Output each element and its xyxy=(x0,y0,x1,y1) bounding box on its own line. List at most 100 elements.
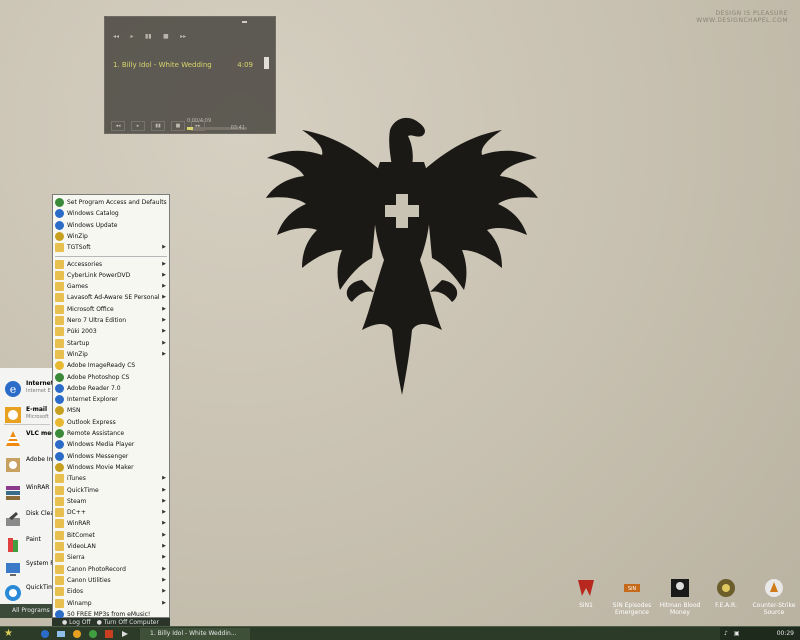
submenu-arrow-icon: ▶ xyxy=(162,497,166,504)
counter-strike-icon xyxy=(765,579,783,597)
tray-network-icon[interactable]: ▣ xyxy=(734,627,740,640)
start-item-email[interactable]: E-mail Microsoft xyxy=(2,404,54,424)
stop-small-icon[interactable]: ■ xyxy=(163,33,169,40)
pause-button[interactable]: ▮▮ xyxy=(151,121,165,131)
start-item-disk-cleanup[interactable]: Disk Clean xyxy=(2,508,56,528)
program-icon xyxy=(55,361,64,371)
menu-item-windows-update[interactable]: Windows Update xyxy=(53,220,169,231)
menu-item-itunes[interactable]: iTunes ▶ xyxy=(53,473,169,484)
menu-item-windows-movie-maker[interactable]: Windows Movie Maker xyxy=(53,462,169,473)
submenu-arrow-icon: ▶ xyxy=(162,554,166,561)
folder-icon xyxy=(55,519,64,529)
start-item-paint[interactable]: Paint xyxy=(2,534,54,554)
menu-item-msn[interactable]: MSN xyxy=(53,405,169,416)
submenu-arrow-icon: ▶ xyxy=(162,565,166,572)
submenu-arrow-icon: ▶ xyxy=(162,283,166,290)
taskbar-button-label: 1. Billy Idol - White Weddin... xyxy=(150,630,237,637)
menu-item-startup[interactable]: Startup ▶ xyxy=(53,338,169,349)
folder-icon xyxy=(55,293,64,303)
menu-item-cyberlink-powerdvd[interactable]: CyberLink PowerDVD ▶ xyxy=(53,270,169,281)
menu-item-tgtsoft[interactable]: TGTSoft ▶ xyxy=(53,242,169,253)
submenu-arrow-icon: ▶ xyxy=(162,350,166,357)
menu-item-winzip[interactable]: WinZip ▶ xyxy=(53,349,169,360)
menu-item-label: Púki 2003 xyxy=(67,328,97,336)
program-icon xyxy=(55,462,64,472)
program-icon xyxy=(55,198,64,207)
start-item-internet[interactable]: e Internet Internet E xyxy=(2,378,54,398)
menu-item-videolan[interactable]: VideoLAN ▶ xyxy=(53,541,169,552)
menu-item-winrar[interactable]: WinRAR ▶ xyxy=(53,518,169,529)
submenu-arrow-icon: ▶ xyxy=(162,588,166,595)
menu-item-lavasoft-ad-aware-se-personal[interactable]: Lavasoft Ad-Aware SE Personal ▶ xyxy=(53,292,169,303)
quicklaunch-winamp-icon[interactable] xyxy=(104,629,114,639)
desktop-icon-sin1[interactable]: SiN1 xyxy=(562,578,610,609)
taskbar-clock[interactable]: 00:29 xyxy=(777,630,794,637)
start-item-winrar[interactable]: WinRAR xyxy=(2,482,54,502)
turn-off-icon: ● xyxy=(96,619,102,626)
desktop-icon-hitman[interactable]: Hitman Blood Money xyxy=(656,578,704,616)
quicklaunch-messenger-icon[interactable] xyxy=(88,629,98,639)
menu-item-windows-messenger[interactable]: Windows Messenger xyxy=(53,451,169,462)
track-title[interactable]: 1. Billy Idol - White Wedding xyxy=(113,61,212,69)
play-button[interactable]: ▸ xyxy=(131,121,145,131)
menu-item-nero-7-ultra-edition[interactable]: Nero 7 Ultra Edition ▶ xyxy=(53,315,169,326)
all-programs-button[interactable]: All Programs xyxy=(0,604,54,618)
menu-item-microsoft-office[interactable]: Microsoft Office ▶ xyxy=(53,304,169,315)
desktop-icon-label: SiN1 xyxy=(579,602,593,609)
menu-item-canon-photorecord[interactable]: Canon PhotoRecord ▶ xyxy=(53,564,169,575)
start-item-vlc[interactable]: VLC media player xyxy=(2,428,56,448)
stop-button[interactable]: ■ xyxy=(171,121,185,131)
previous-button[interactable]: ◂◂ xyxy=(111,121,125,131)
pause-small-icon[interactable]: ▮▮ xyxy=(145,33,152,40)
menu-item-games[interactable]: Games ▶ xyxy=(53,281,169,292)
turn-off-button[interactable]: Turn Off Computer xyxy=(104,619,159,626)
submenu-arrow-icon: ▶ xyxy=(162,244,166,251)
menu-item-adobe-reader-7-0[interactable]: Adobe Reader 7.0 xyxy=(53,383,169,394)
watermark-line1: DESIGN IS PLEASURE xyxy=(715,10,788,17)
menu-item-outlook-express[interactable]: Outlook Express xyxy=(53,417,169,428)
log-off-button[interactable]: Log Off xyxy=(69,619,90,626)
menu-item-internet-explorer[interactable]: Internet Explorer xyxy=(53,394,169,405)
menu-item-bitcomet[interactable]: BitComet ▶ xyxy=(53,530,169,541)
menu-item-quicktime[interactable]: QuickTime ▶ xyxy=(53,485,169,496)
quicklaunch-media-icon[interactable] xyxy=(72,629,82,639)
menu-item-windows-media-player[interactable]: Windows Media Player xyxy=(53,439,169,450)
time-remaining: 03:41 xyxy=(230,125,245,131)
desktop-icon-counter-strike[interactable]: Counter-Strike Source xyxy=(750,578,798,616)
start-item-system-restore[interactable]: System R xyxy=(2,558,54,578)
prev-icon[interactable]: ◂◂ xyxy=(113,33,119,40)
menu-item-sierra[interactable]: Sierra ▶ xyxy=(53,552,169,563)
menu-item-adobe-imageready-cs[interactable]: Adobe ImageReady CS xyxy=(53,360,169,371)
start-item-quicktime[interactable]: QuickTime xyxy=(2,582,56,602)
taskbar-button-media-player[interactable]: 1. Billy Idol - White Weddin... xyxy=(140,628,250,640)
quicklaunch-ie-icon[interactable] xyxy=(40,629,50,639)
play-small-icon[interactable]: ▸ xyxy=(130,33,133,40)
menu-item-accessories[interactable]: Accessories ▶ xyxy=(53,259,169,270)
menu-item-remote-assistance[interactable]: Remote Assistance xyxy=(53,428,169,439)
volume-slider[interactable] xyxy=(264,57,269,69)
menu-item-canon-utilities[interactable]: Canon Utilities ▶ xyxy=(53,575,169,586)
menu-item-set-program-access-and-defaults[interactable]: Set Program Access and Defaults xyxy=(53,197,169,208)
quicklaunch-desktop-icon[interactable] xyxy=(56,629,66,639)
menu-item-winzip[interactable]: WinZip xyxy=(53,231,169,242)
next-small-icon[interactable]: ▸▸ xyxy=(180,33,186,40)
menu-item-label: Windows Media Player xyxy=(67,441,135,449)
quicklaunch-arrow-icon[interactable] xyxy=(120,629,130,639)
tray-volume-icon[interactable]: ♪ xyxy=(724,627,728,640)
minimize-icon[interactable] xyxy=(242,21,247,23)
desktop-icon-sin-episodes[interactable]: SiN SiN Episodes Emergence xyxy=(608,578,656,616)
menu-item-dc[interactable]: DC++ ▶ xyxy=(53,507,169,518)
menu-item-winamp[interactable]: Winamp ▶ xyxy=(53,598,169,609)
desktop-icon-fear[interactable]: F.E.A.R. xyxy=(702,578,750,609)
program-icon xyxy=(55,451,64,461)
media-player-widget: ◂◂ ▸ ▮▮ ■ ▸▸ 1. Billy Idol - White Weddi… xyxy=(104,16,276,134)
menu-item-p-ki-2003[interactable]: Púki 2003 ▶ xyxy=(53,326,169,337)
start-item-imageready[interactable]: Adobe Ima CS xyxy=(2,454,56,474)
program-icon xyxy=(55,220,64,230)
menu-item-adobe-photoshop-cs[interactable]: Adobe Photoshop CS xyxy=(53,372,169,383)
submenu-arrow-icon: ▶ xyxy=(162,576,166,583)
menu-item-steam[interactable]: Steam ▶ xyxy=(53,496,169,507)
menu-item-eidos[interactable]: Eidos ▶ xyxy=(53,586,169,597)
start-button[interactable]: ★ xyxy=(4,628,26,640)
menu-item-windows-catalog[interactable]: Windows Catalog xyxy=(53,208,169,219)
